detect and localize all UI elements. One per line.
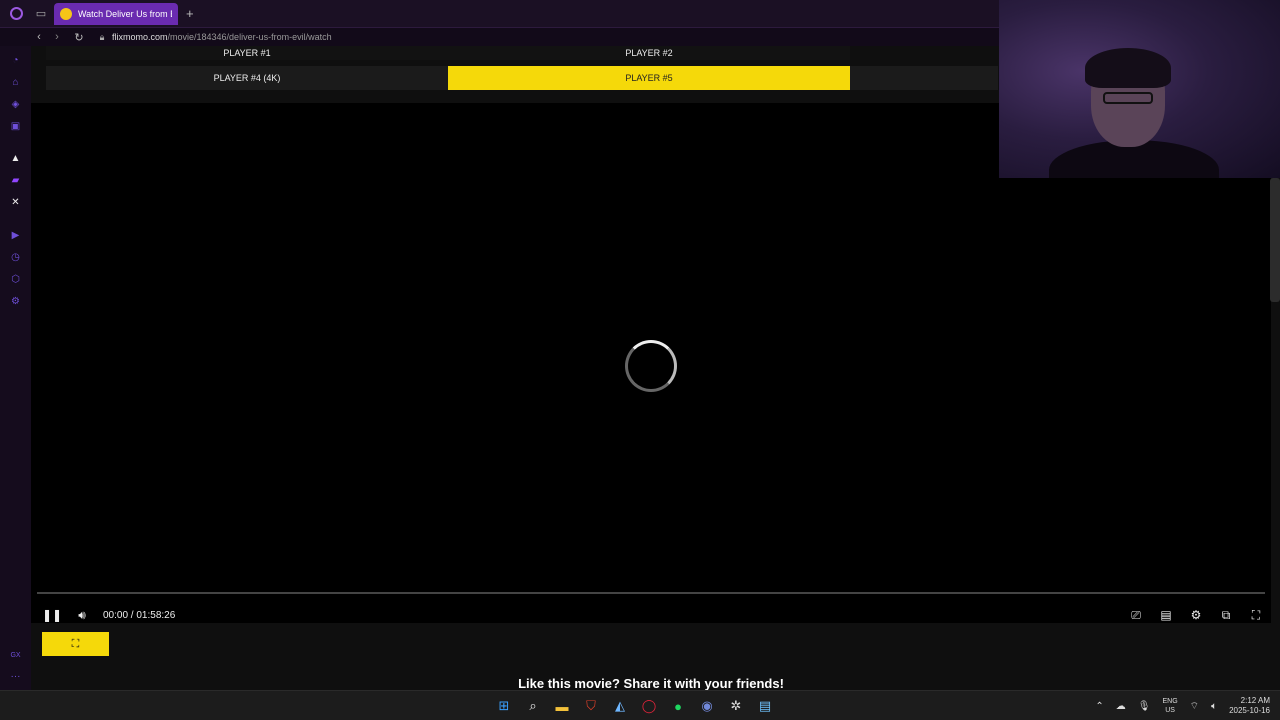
player-icon[interactable]: ▶ bbox=[9, 229, 22, 242]
tab-active[interactable]: Watch Deliver Us from Evil bbox=[54, 2, 178, 25]
messenger-icon[interactable]: ▣ bbox=[9, 120, 22, 133]
loading-spinner-icon bbox=[625, 340, 677, 392]
lang-bottom: US bbox=[1165, 707, 1175, 714]
spotify-icon[interactable]: ● bbox=[668, 696, 688, 716]
x-icon[interactable]: ✕ bbox=[9, 196, 22, 209]
search-icon[interactable]: ⌕ bbox=[523, 696, 543, 716]
wifi-icon[interactable]: ⌔ bbox=[1190, 700, 1199, 713]
shop-icon[interactable]: ⌂ bbox=[9, 76, 22, 89]
captions-icon[interactable]: ▤ bbox=[1151, 600, 1181, 630]
address-bar: ‹ › ↻ 🔒︎ flixmomo.com/movie/184346/deliv… bbox=[0, 28, 1000, 46]
gx-control-button[interactable]: GX bbox=[9, 649, 22, 662]
video-player[interactable]: ❚❚ 🔊︎ 00:00 / 01:58:26 ⎚ ▤ ⚙ ⧉ ⛶ bbox=[31, 103, 1271, 623]
back-icon[interactable]: ‹ bbox=[30, 28, 48, 46]
lock-icon[interactable]: 🔒︎ bbox=[94, 28, 110, 46]
player-2-button[interactable]: PLAYER #2 bbox=[448, 46, 850, 60]
reload-icon[interactable]: ↻ bbox=[70, 28, 88, 46]
twitch-icon[interactable]: ▰ bbox=[9, 174, 22, 187]
time-display: 00:00 / 01:58:26 bbox=[103, 609, 176, 621]
player-row: PLAYER #4 (4K) PLAYER #5 bbox=[46, 66, 1000, 90]
url-path: /movie/184346/deliver-us-from-evil/watch bbox=[167, 32, 332, 42]
cast-icon[interactable]: ⎚ bbox=[1121, 600, 1151, 630]
player-row: PLAYER #1 PLAYER #2 bbox=[46, 46, 1000, 60]
gamer-app-icon[interactable]: ▲ bbox=[9, 152, 22, 165]
aria-icon[interactable]: ◔ bbox=[9, 54, 22, 67]
progress-bar[interactable] bbox=[37, 592, 1265, 594]
webcam-person-hair bbox=[1085, 48, 1171, 88]
browser-sidebar: ◔ ⌂ ◈ ▣ ▲ ▰ ✕ ▶ ◷ ⬡ ⚙ GX ··· bbox=[0, 46, 31, 690]
forward-icon[interactable]: › bbox=[48, 28, 66, 46]
speaker-icon[interactable]: 🔈︎ bbox=[1211, 701, 1217, 712]
player-controls: ❚❚ 🔊︎ 00:00 / 01:58:26 ⎚ ▤ ⚙ ⧉ ⛶ bbox=[31, 600, 1271, 630]
tab-islands-icon[interactable]: ▭ bbox=[32, 0, 50, 28]
discord-icon[interactable]: ◉ bbox=[697, 696, 717, 716]
windows-taskbar: ⊞ ⌕ ▬ ⛉ ◭ ◯ ● ◉ ✲ ▤ ⌃ ☁ 🎙︎ ENG US ⌔ 🔈︎ 2… bbox=[0, 690, 1280, 720]
fullscreen-icon[interactable]: ⛶ bbox=[1241, 600, 1271, 630]
new-tab-button[interactable]: + bbox=[186, 6, 194, 21]
tab-favicon-icon bbox=[60, 7, 72, 20]
pip-icon[interactable]: ⧉ bbox=[1211, 600, 1241, 630]
share-heading: Like this movie? Share it with your frie… bbox=[518, 676, 784, 691]
expand-player-button[interactable]: ⛶ bbox=[42, 632, 109, 656]
player-1-button[interactable]: PLAYER #1 bbox=[46, 46, 448, 60]
system-tray: ⌃ ☁ 🎙︎ ENG US ⌔ 🔈︎ 2:12 AM 2025-10-16 bbox=[1095, 691, 1270, 720]
expand-icon: ⛶ bbox=[71, 637, 80, 650]
gx-corner-icon[interactable]: ◈ bbox=[9, 98, 22, 111]
url-field[interactable]: flixmomo.com/movie/184346/deliver-us-fro… bbox=[112, 32, 332, 42]
windows-start-icon[interactable]: ⊞ bbox=[494, 696, 514, 716]
shield-app-icon[interactable]: ⛉ bbox=[581, 696, 601, 716]
clock[interactable]: 2:12 AM 2025-10-16 bbox=[1229, 696, 1270, 716]
extensions-icon[interactable]: ⬡ bbox=[9, 273, 22, 286]
url-host: flixmomo.com bbox=[112, 32, 168, 42]
player-4k-button[interactable]: PLAYER #4 (4K) bbox=[46, 66, 448, 90]
more-icon[interactable]: ··· bbox=[9, 670, 22, 683]
history-icon[interactable]: ◷ bbox=[9, 251, 22, 264]
settings-gear-icon[interactable]: ⚙ bbox=[1181, 600, 1211, 630]
player-slot-empty bbox=[850, 66, 998, 90]
webcam-overlay bbox=[999, 0, 1280, 178]
steam-icon[interactable]: ◭ bbox=[610, 696, 630, 716]
opera-logo-icon[interactable] bbox=[0, 0, 32, 28]
lang-top: ENG bbox=[1162, 698, 1178, 705]
microphone-icon[interactable]: 🎙︎ bbox=[1138, 701, 1151, 712]
tab-title: Watch Deliver Us from Evil bbox=[78, 8, 172, 19]
pause-icon[interactable]: ❚❚ bbox=[37, 600, 67, 630]
volume-icon[interactable]: 🔊︎ bbox=[67, 600, 97, 630]
language-indicator[interactable]: ENG US bbox=[1163, 697, 1178, 715]
player-selector: PLAYER #1 PLAYER #2 PLAYER #4 (4K) PLAYE… bbox=[46, 46, 1000, 90]
file-explorer-icon[interactable]: ▬ bbox=[552, 696, 572, 716]
onedrive-icon[interactable]: ☁ bbox=[1116, 701, 1126, 712]
notepad-icon[interactable]: ▤ bbox=[755, 696, 775, 716]
clock-date: 2025-10-16 bbox=[1229, 706, 1270, 715]
settings-icon[interactable]: ⚙ bbox=[9, 295, 22, 308]
page-scrollbar[interactable] bbox=[1270, 178, 1280, 302]
app-badge-icon[interactable]: ✲ bbox=[726, 696, 746, 716]
clock-time: 2:12 AM bbox=[1240, 696, 1270, 705]
taskbar-apps: ⊞ ⌕ ▬ ⛉ ◭ ◯ ● ◉ ✲ ▤ bbox=[494, 691, 775, 720]
webcam-glasses bbox=[1103, 92, 1153, 104]
opera-gx-taskbar-icon[interactable]: ◯ bbox=[639, 696, 659, 716]
player-5-button[interactable]: PLAYER #5 bbox=[448, 66, 850, 90]
tray-overflow-icon[interactable]: ⌃ bbox=[1095, 701, 1103, 712]
